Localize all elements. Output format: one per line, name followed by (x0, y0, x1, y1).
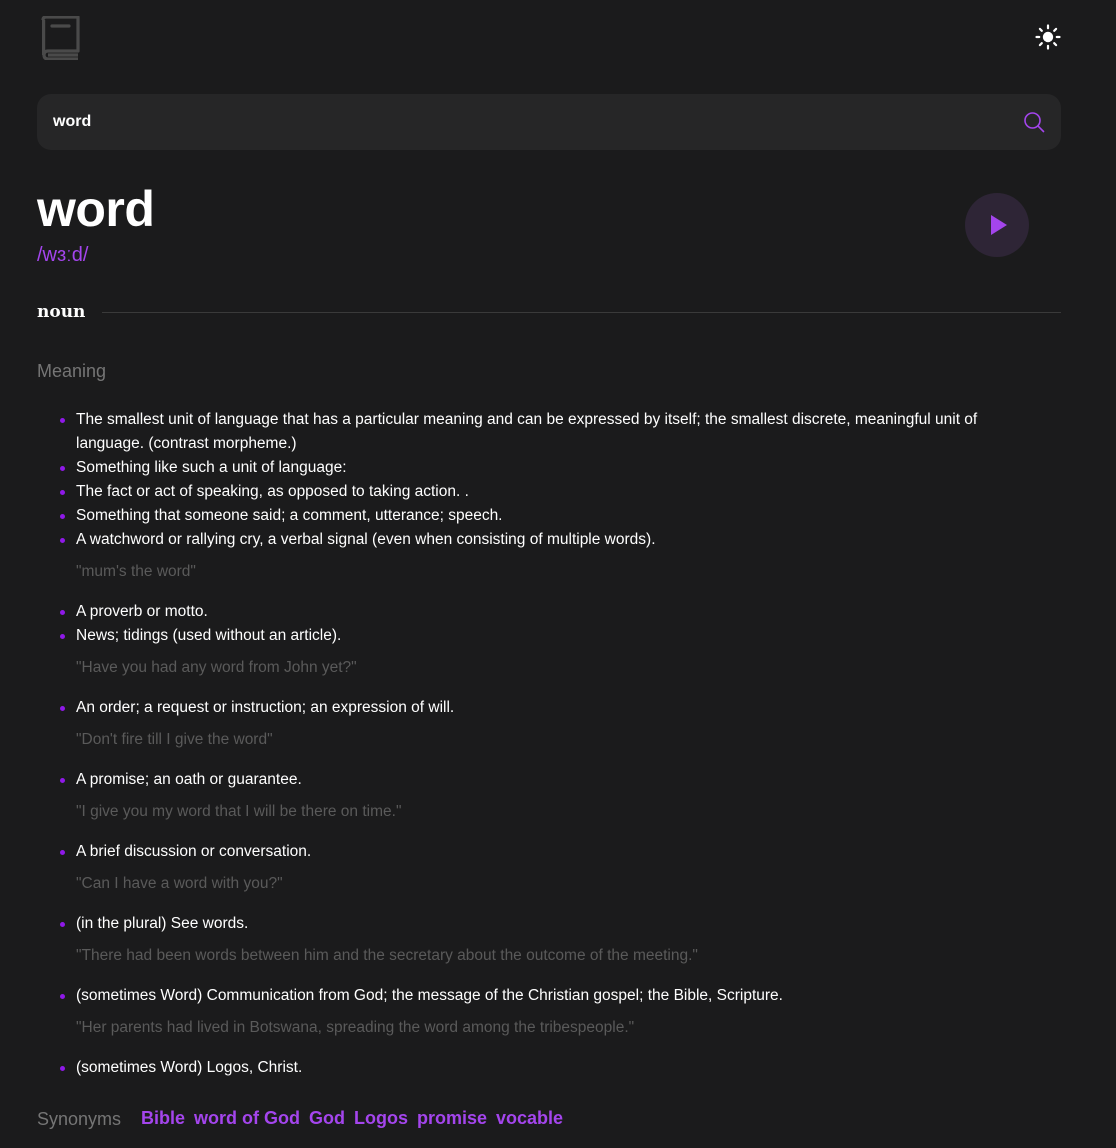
meaning-heading: Meaning (37, 361, 107, 381)
part-of-speech: noun (37, 302, 86, 322)
book-icon[interactable] (41, 16, 81, 60)
part-of-speech-row: noun (37, 300, 1061, 326)
definition-item: Something that someone said; a comment, … (60, 504, 1020, 528)
definition-item: Something like such a unit of language: (60, 456, 1020, 480)
example-text: "Her parents had lived in Botswana, spre… (76, 1019, 635, 1036)
definition-item: A brief discussion or conversation. (60, 840, 1020, 864)
definition-item: News; tidings (used without an article). (60, 624, 1020, 648)
headword: word (37, 181, 155, 237)
search-icon[interactable] (1023, 111, 1045, 133)
synonym-link[interactable]: Logos (354, 1106, 408, 1130)
definition-item: An order; a request or instruction; an e… (60, 696, 1020, 720)
synonym-link[interactable]: God (309, 1106, 345, 1130)
play-audio-button[interactable] (965, 193, 1029, 257)
synonyms-list: Bible word of God God Logos promise vocable (141, 1106, 572, 1130)
example-text: "Can I have a word with you?" (76, 875, 283, 892)
divider (102, 312, 1061, 313)
example-text: "There had been words between him and th… (76, 947, 698, 964)
synonym-link[interactable]: promise (417, 1106, 487, 1130)
search-input[interactable] (53, 94, 993, 150)
search-bar (37, 94, 1061, 150)
definition-item: A watchword or rallying cry, a verbal si… (60, 528, 1020, 552)
top-bar (37, 16, 1061, 62)
example-text: "Don't fire till I give the word" (76, 731, 273, 748)
definition-item: The smallest unit of language that has a… (60, 408, 1020, 456)
definition-item: A proverb or motto. (60, 600, 1020, 624)
definition-item: (sometimes Word) Logos, Christ. (60, 1056, 1020, 1080)
sun-icon[interactable] (1035, 24, 1061, 50)
synonyms-label: Synonyms (37, 1109, 122, 1129)
phonetic-text: /wɜːd/ (37, 244, 89, 266)
definition-item: (in the plural) See words. (60, 912, 1020, 936)
example-text: "I give you my word that I will be there… (76, 803, 402, 820)
play-icon (991, 215, 1007, 235)
definition-item: A promise; an oath or guarantee. (60, 768, 1020, 792)
example-text: "mum's the word" (76, 563, 196, 580)
definition-item: (sometimes Word) Communication from God;… (60, 984, 1020, 1008)
dictionary-page: word /wɜːd/ noun Meaning The smallest un… (0, 0, 1116, 1148)
definition-item: The fact or act of speaking, as opposed … (60, 480, 1020, 504)
synonym-link[interactable]: word of God (194, 1106, 300, 1130)
synonym-link[interactable]: vocable (496, 1106, 563, 1130)
example-text: "Have you had any word from John yet?" (76, 659, 357, 676)
definitions-list: The smallest unit of language that has a… (60, 408, 1020, 1080)
synonym-link[interactable]: Bible (141, 1106, 185, 1130)
